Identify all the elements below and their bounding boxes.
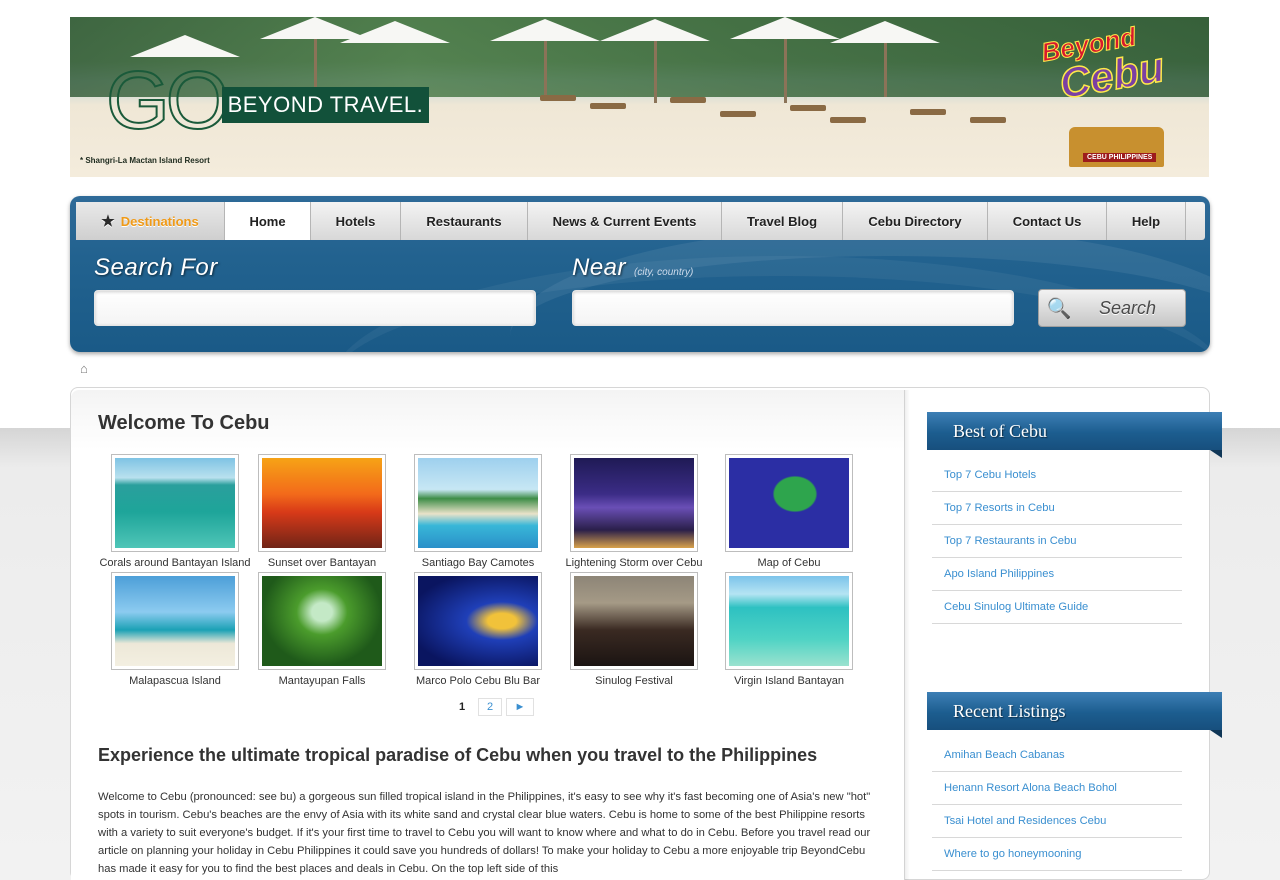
gallery-thumb[interactable] bbox=[570, 572, 698, 670]
gallery-caption: Sunset over Bantayan bbox=[267, 557, 377, 569]
sidebar-link[interactable]: Henann Resort Alona Beach Bohol bbox=[932, 772, 1182, 805]
gallery-thumb[interactable] bbox=[414, 572, 542, 670]
gallery-thumb[interactable] bbox=[414, 454, 542, 552]
near-label: Near bbox=[572, 254, 627, 281]
sidebar-link[interactable]: Top 7 Resorts in Cebu bbox=[932, 492, 1182, 525]
page-2-link[interactable]: 2 bbox=[478, 698, 502, 716]
search-for-label: Search For bbox=[94, 254, 218, 281]
gallery-thumb[interactable] bbox=[570, 454, 698, 552]
gallery-thumb[interactable] bbox=[258, 572, 386, 670]
gallery-caption: Malapascua Island bbox=[129, 675, 221, 687]
intro-paragraph: Welcome to Cebu (pronounced: see bu) a g… bbox=[98, 791, 871, 875]
tab-contact-us[interactable]: Contact Us bbox=[988, 202, 1107, 240]
umbrella bbox=[600, 19, 710, 41]
tab-travel-blog[interactable]: Travel Blog bbox=[722, 202, 843, 240]
header-banner: GO BEYOND TRAVEL. * Shangri-La Mactan Is… bbox=[70, 17, 1209, 177]
gallery-thumb[interactable] bbox=[725, 454, 853, 552]
star-icon: ★ bbox=[101, 213, 115, 230]
gallery-item[interactable]: Sinulog Festival bbox=[556, 572, 712, 687]
tab-label: Destinations bbox=[120, 213, 199, 229]
logo-go: GO bbox=[105, 55, 231, 146]
gallery-caption: Corals around Bantayan Island bbox=[99, 557, 251, 569]
tab-hotels[interactable]: Hotels bbox=[311, 202, 401, 240]
gallery-item[interactable]: Santiago Bay Camotes bbox=[400, 454, 556, 569]
umbrella bbox=[490, 19, 600, 41]
tab-home[interactable]: Home bbox=[225, 202, 311, 240]
gallery-item[interactable]: Corals around Bantayan Island bbox=[97, 454, 253, 569]
search-for-input[interactable] bbox=[94, 290, 536, 326]
recent-listings-list: Amihan Beach Cabanas Henann Resort Alona… bbox=[932, 739, 1182, 871]
home-icon[interactable]: ⌂ bbox=[80, 361, 88, 376]
main-nav: ★ Destinations Home Hotels Restaurants N… bbox=[76, 202, 1205, 240]
gallery-caption: Mantayupan Falls bbox=[278, 675, 366, 687]
search-button[interactable]: 🔍 Search bbox=[1038, 289, 1186, 327]
gallery-item[interactable]: Mantayupan Falls bbox=[244, 572, 400, 687]
sidebar-link[interactable]: Tsai Hotel and Residences Cebu bbox=[932, 805, 1182, 838]
gallery-thumb[interactable] bbox=[258, 454, 386, 552]
sidebar-link[interactable]: Cebu Sinulog Ultimate Guide bbox=[932, 591, 1182, 624]
logo-tagline: BEYOND TRAVEL. bbox=[221, 87, 430, 123]
gallery-item[interactable]: Malapascua Island bbox=[97, 572, 253, 687]
gallery-item[interactable]: Virgin Island Bantayan bbox=[711, 572, 867, 687]
gallery-caption: Lightening Storm over Cebu bbox=[565, 557, 703, 569]
section-headline: Experience the ultimate tropical paradis… bbox=[98, 745, 818, 765]
near-label-group: Near (city, country) bbox=[572, 254, 693, 282]
recent-listings-heading: Recent Listings bbox=[927, 692, 1222, 738]
gallery-pager: 1 2 ► bbox=[450, 698, 534, 716]
gallery-item[interactable]: Sunset over Bantayan bbox=[244, 454, 400, 569]
brand-sign: CEBU PHILIPPINES bbox=[1083, 153, 1157, 162]
gallery-caption: Marco Polo Cebu Blu Bar bbox=[415, 675, 541, 687]
gallery-thumb[interactable] bbox=[725, 572, 853, 670]
gallery-caption: Virgin Island Bantayan bbox=[734, 675, 844, 687]
gallery-item[interactable]: Lightening Storm over Cebu bbox=[556, 454, 712, 569]
near-input[interactable] bbox=[572, 290, 1014, 326]
tab-destinations[interactable]: ★ Destinations bbox=[76, 202, 225, 240]
brand-hut: CEBU PHILIPPINES bbox=[1069, 127, 1164, 167]
tab-help[interactable]: Help bbox=[1107, 202, 1186, 240]
page-title: Welcome To Cebu bbox=[98, 412, 270, 434]
site-logo[interactable]: GO BEYOND TRAVEL. bbox=[105, 55, 430, 146]
search-button-label: Search bbox=[1099, 297, 1157, 318]
tab-news-current-events[interactable]: News & Current Events bbox=[528, 202, 722, 240]
gallery-thumb[interactable] bbox=[111, 572, 239, 670]
gallery-item[interactable]: Map of Cebu bbox=[711, 454, 867, 569]
umbrella bbox=[730, 17, 840, 39]
search-icon: 🔍 bbox=[1046, 297, 1072, 320]
best-of-cebu-list: Top 7 Cebu Hotels Top 7 Resorts in Cebu … bbox=[932, 459, 1182, 624]
gallery-thumb[interactable] bbox=[111, 454, 239, 552]
umbrella bbox=[340, 21, 450, 43]
gallery-item[interactable]: Marco Polo Cebu Blu Bar bbox=[400, 572, 556, 687]
next-arrow-icon[interactable]: ► bbox=[506, 698, 534, 716]
gallery-caption: Sinulog Festival bbox=[595, 675, 673, 687]
sidebar-link[interactable]: Amihan Beach Cabanas bbox=[932, 739, 1182, 772]
gallery-caption: Map of Cebu bbox=[757, 557, 821, 569]
nav-search-panel: ★ Destinations Home Hotels Restaurants N… bbox=[70, 196, 1210, 352]
best-of-cebu-heading: Best of Cebu bbox=[927, 412, 1222, 458]
gallery-caption: Santiago Bay Camotes bbox=[421, 557, 535, 569]
sidebar-link[interactable]: Where to go honeymooning bbox=[932, 838, 1182, 871]
banner-caption: * Shangri-La Mactan Island Resort bbox=[80, 156, 210, 165]
page-current: 1 bbox=[458, 701, 466, 713]
tab-cebu-directory[interactable]: Cebu Directory bbox=[843, 202, 988, 240]
sidebar-link[interactable]: Top 7 Restaurants in Cebu bbox=[932, 525, 1182, 558]
near-hint: (city, country) bbox=[634, 267, 694, 278]
umbrella bbox=[830, 21, 940, 43]
sidebar-link[interactable]: Apo Island Philippines bbox=[932, 558, 1182, 591]
umbrella bbox=[130, 35, 240, 57]
tab-restaurants[interactable]: Restaurants bbox=[401, 202, 528, 240]
sidebar-link[interactable]: Top 7 Cebu Hotels bbox=[932, 459, 1182, 492]
